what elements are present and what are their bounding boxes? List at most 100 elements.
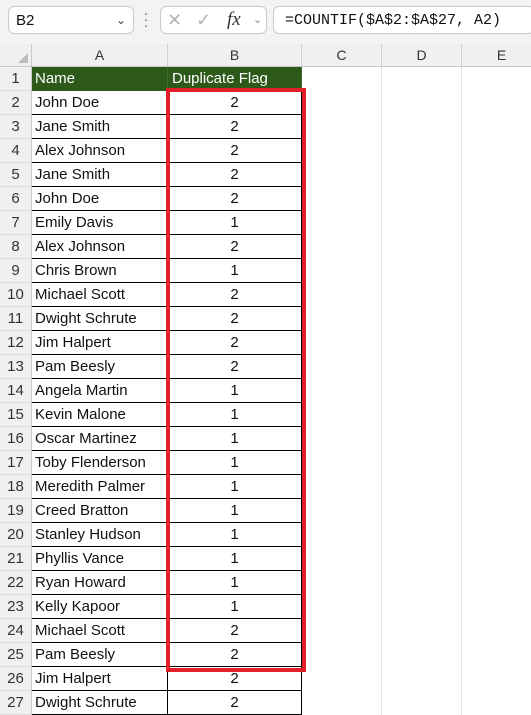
row-header[interactable]: 6 [0,187,32,211]
row-header[interactable]: 13 [0,355,32,379]
gridline [461,67,462,715]
cell-duplicate-flag[interactable]: 2 [168,667,302,691]
cell-name[interactable]: John Doe [32,91,168,115]
row-header[interactable]: 15 [0,403,32,427]
name-box-value: B2 [16,12,35,29]
cell-name[interactable]: Toby Flenderson [32,451,168,475]
cell-name[interactable]: Jane Smith [32,163,168,187]
cell-name[interactable]: Alex Johnson [32,235,168,259]
row-header[interactable]: 1 [0,67,32,91]
cell-name[interactable]: Angela Martin [32,379,168,403]
formula-text: =COUNTIF($A$2:$A$27, A2) [285,12,502,29]
cell-name[interactable]: Stanley Hudson [32,523,168,547]
cell-duplicate-flag[interactable]: 1 [168,499,302,523]
row-header[interactable]: 14 [0,379,32,403]
column-header-c[interactable]: C [302,44,382,66]
row-header[interactable]: 27 [0,691,32,715]
cell-duplicate-flag[interactable]: 2 [168,307,302,331]
cell-name[interactable]: Meredith Palmer [32,475,168,499]
row-header[interactable]: 10 [0,283,32,307]
column-header-a[interactable]: A [32,44,168,66]
cell-name[interactable]: Jim Halpert [32,331,168,355]
cell-name[interactable]: Michael Scott [32,619,168,643]
header-cell-duplicate-flag[interactable]: Duplicate Flag [168,67,302,91]
cell-name[interactable]: Kelly Kapoor [32,595,168,619]
select-all-button[interactable] [0,44,32,67]
formula-input[interactable]: =COUNTIF($A$2:$A$27, A2) [273,6,531,34]
row-header[interactable]: 16 [0,427,32,451]
column-headers: A B C D E [32,44,531,67]
row-header[interactable]: 19 [0,499,32,523]
name-box[interactable]: B2 ⌄ [8,6,134,34]
cell-duplicate-flag[interactable]: 2 [168,331,302,355]
cell-duplicate-flag[interactable]: 2 [168,163,302,187]
cell-duplicate-flag[interactable]: 1 [168,427,302,451]
cell-duplicate-flag[interactable]: 1 [168,523,302,547]
more-options-icon[interactable]: · · · [143,6,149,32]
row-header[interactable]: 2 [0,91,32,115]
column-header-b[interactable]: B [168,44,302,66]
row-header[interactable]: 17 [0,451,32,475]
cell-duplicate-flag[interactable]: 2 [168,691,302,715]
row-header[interactable]: 4 [0,139,32,163]
cancel-icon[interactable]: ✕ [167,10,182,31]
cell-duplicate-flag[interactable]: 2 [168,643,302,667]
cell-duplicate-flag[interactable]: 2 [168,619,302,643]
cell-name[interactable]: Jim Halpert [32,667,168,691]
chevron-down-icon[interactable]: ⌄ [253,13,262,26]
row-header[interactable]: 23 [0,595,32,619]
cell-duplicate-flag[interactable]: 2 [168,91,302,115]
row-header[interactable]: 24 [0,619,32,643]
cell-duplicate-flag[interactable]: 2 [168,283,302,307]
row-header[interactable]: 11 [0,307,32,331]
row-header[interactable]: 5 [0,163,32,187]
row-header[interactable]: 12 [0,331,32,355]
cell-duplicate-flag[interactable]: 1 [168,379,302,403]
cell-name[interactable]: Michael Scott [32,283,168,307]
cell-name[interactable]: Dwight Schrute [32,307,168,331]
cell-name[interactable]: Emily Davis [32,211,168,235]
row-header[interactable]: 9 [0,259,32,283]
header-cell-name[interactable]: Name [32,67,168,91]
cell-name[interactable]: Dwight Schrute [32,691,168,715]
cell-duplicate-flag[interactable]: 2 [168,355,302,379]
cell-duplicate-flag[interactable]: 1 [168,547,302,571]
cell-name[interactable]: Jane Smith [32,115,168,139]
cell-duplicate-flag[interactable]: 2 [168,187,302,211]
cell-name[interactable]: Pam Beesly [32,643,168,667]
row-header[interactable]: 7 [0,211,32,235]
cell-name[interactable]: Phyllis Vance [32,547,168,571]
cell-duplicate-flag[interactable]: 1 [168,571,302,595]
cell-duplicate-flag[interactable]: 1 [168,403,302,427]
row-header[interactable]: 3 [0,115,32,139]
row-header[interactable]: 25 [0,643,32,667]
cell-duplicate-flag[interactable]: 2 [168,139,302,163]
cell-duplicate-flag[interactable]: 1 [168,211,302,235]
cell-name[interactable]: Kevin Malone [32,403,168,427]
row-header[interactable]: 20 [0,523,32,547]
formula-bar: B2 ⌄ · · · ✕ ✓ fx ⌄ =COUNTIF($A$2:$A$27, A… [0,0,531,44]
column-header-e[interactable]: E [462,44,531,66]
cell-name[interactable]: Oscar Martinez [32,427,168,451]
cell-name[interactable]: Creed Bratton [32,499,168,523]
row-header[interactable]: 21 [0,547,32,571]
row-header[interactable]: 22 [0,571,32,595]
cell-name[interactable]: John Doe [32,187,168,211]
enter-icon[interactable]: ✓ [196,10,211,31]
chevron-down-icon[interactable]: ⌄ [116,13,126,27]
cell-name[interactable]: Chris Brown [32,259,168,283]
cell-duplicate-flag[interactable]: 2 [168,115,302,139]
cell-name[interactable]: Pam Beesly [32,355,168,379]
insert-function-icon[interactable]: fx [227,9,241,31]
row-header[interactable]: 26 [0,667,32,691]
row-header[interactable]: 18 [0,475,32,499]
column-header-d[interactable]: D [382,44,462,66]
row-header[interactable]: 8 [0,235,32,259]
cell-duplicate-flag[interactable]: 1 [168,595,302,619]
cell-duplicate-flag[interactable]: 1 [168,475,302,499]
cell-duplicate-flag[interactable]: 2 [168,235,302,259]
cell-name[interactable]: Alex Johnson [32,139,168,163]
cell-duplicate-flag[interactable]: 1 [168,451,302,475]
cell-name[interactable]: Ryan Howard [32,571,168,595]
cell-duplicate-flag[interactable]: 1 [168,259,302,283]
